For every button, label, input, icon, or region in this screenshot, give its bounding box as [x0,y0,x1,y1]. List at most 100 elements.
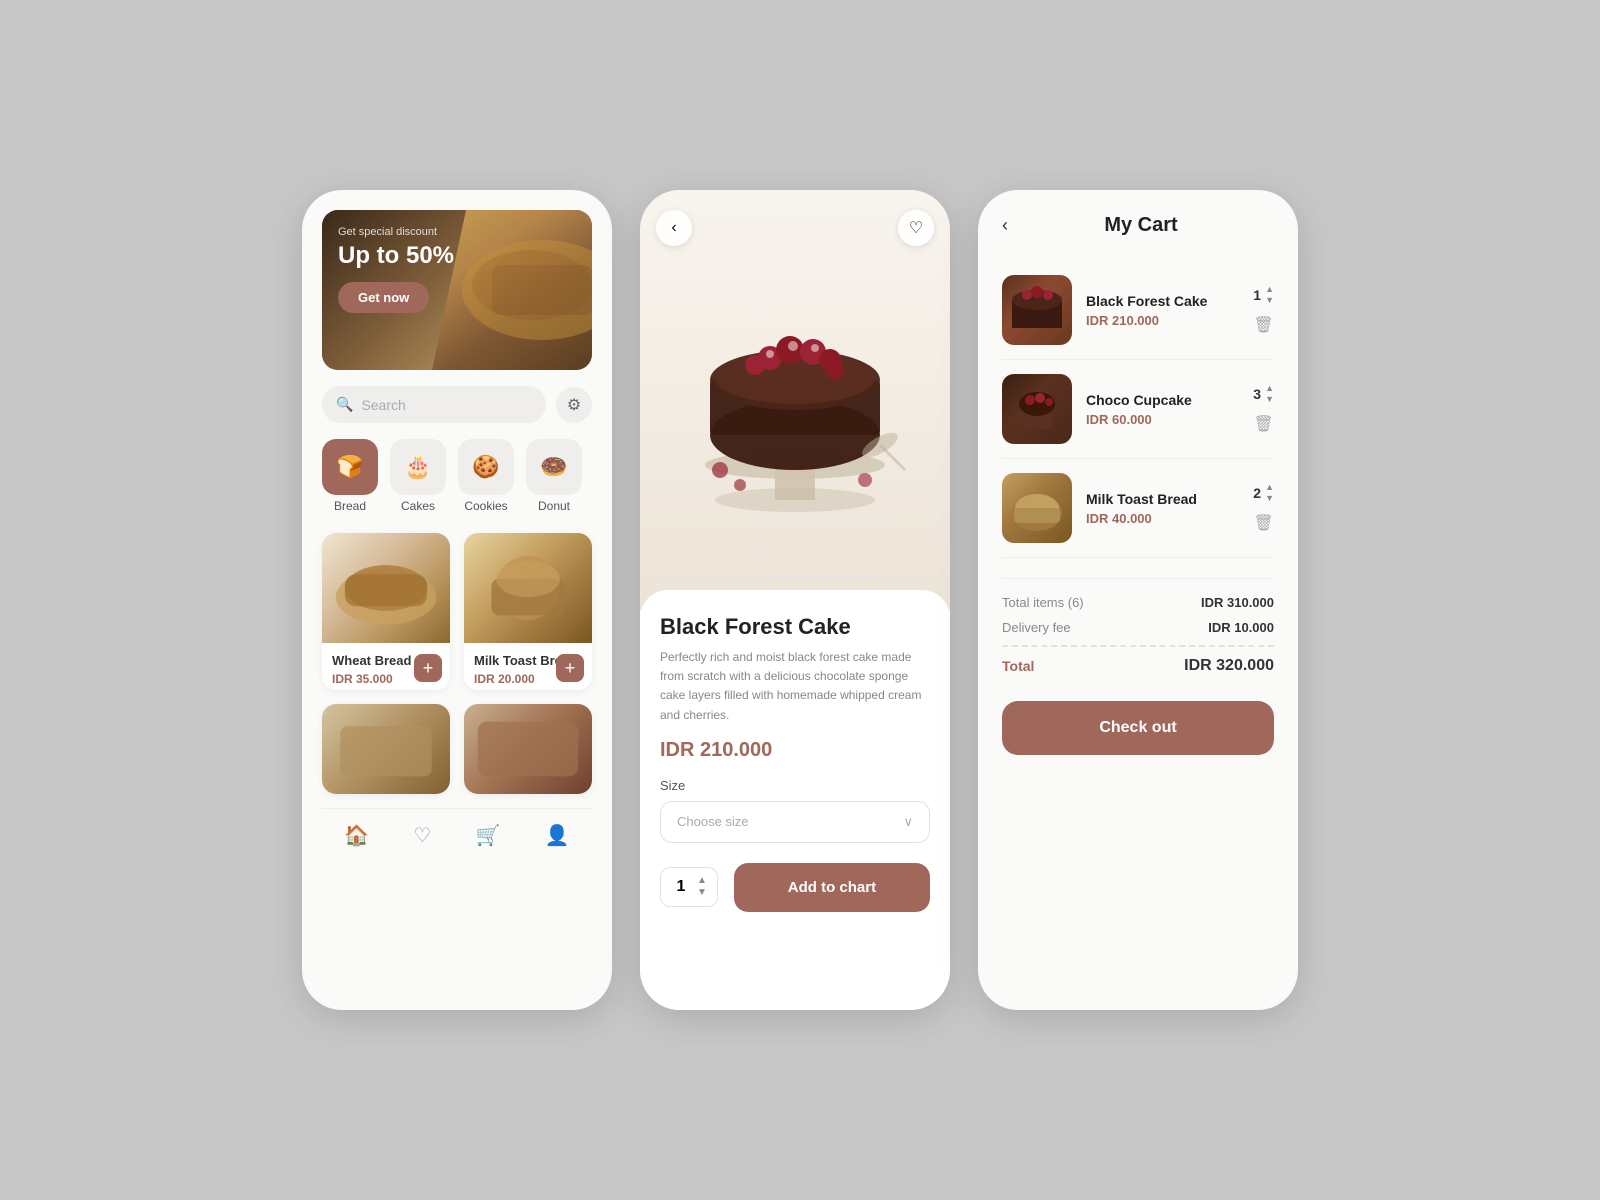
cart-item-2: Milk Toast Bread IDR 40.000 2 ▲ ▼ 🗑 [1002,459,1274,558]
summary-divider [1002,645,1274,647]
cart-header: ‹ My Cart [1002,214,1274,237]
cart-item-price-1: IDR 60.000 [1086,412,1239,427]
search-icon: 🔍 [336,396,353,413]
cart-screen: ‹ My Cart [978,190,1298,1010]
profile-nav-icon[interactable]: 👤 [545,823,570,848]
cart-delete-2[interactable]: 🗑 [1253,513,1273,533]
product-card-wheat[interactable]: Wheat Bread IDR 35.000 + [322,533,450,690]
cart-qty-up-2[interactable]: ▲ [1265,483,1274,492]
back-button[interactable]: ‹ [656,210,692,246]
cart-item-img-2 [1002,473,1072,543]
product3-image [322,704,450,794]
cart-item-img-0 [1002,275,1072,345]
product4-image [464,704,592,794]
cart-item-name-1: Choco Cupcake [1086,392,1239,408]
cart-qty-arrows-2: ▲ ▼ [1265,483,1274,503]
milk-toast-image [464,533,592,643]
cart-qty-up-0[interactable]: ▲ [1265,285,1274,294]
cart-delete-0[interactable]: 🗑 [1253,315,1273,335]
product-card-3[interactable] [322,704,450,794]
search-input[interactable]: 🔍 Search [322,386,546,423]
favorites-nav-icon[interactable]: ♡ [413,823,431,848]
cart-delete-1[interactable]: 🗑 [1253,414,1273,434]
search-placeholder: Search [361,397,405,413]
cart-item-0: Black Forest Cake IDR 210.000 1 ▲ ▼ 🗑 [1002,261,1274,360]
wheat-bread-image [322,533,450,643]
category-bread[interactable]: 🍞 Bread [322,439,378,513]
cart-item-price-0: IDR 210.000 [1086,313,1239,328]
cart-qty-up-1[interactable]: ▲ [1265,384,1274,393]
total-row: Total IDR 320.000 [1002,657,1274,675]
cart-qty-display-2: 2 ▲ ▼ [1253,483,1274,503]
detail-description: Perfectly rich and moist black forest ca… [660,648,930,725]
bread-thumbnail [1002,473,1072,543]
cakes-icon-box: 🎂 [390,439,446,495]
total-items-row: Total items (6) IDR 310.000 [1002,595,1274,610]
cart-title: My Cart [1008,214,1274,237]
cart-qty-arrows-0: ▲ ▼ [1265,285,1274,305]
quantity-arrows: ▲ ▼ [697,876,707,898]
cart-summary: Total items (6) IDR 310.000 Delivery fee… [1002,578,1274,755]
product-card-milk[interactable]: Milk Toast Bread IDR 20.000 + [464,533,592,690]
donut-icon-box: 🍩 [526,439,582,495]
cart-qty-display-1: 3 ▲ ▼ [1253,384,1274,404]
cart-item-qty-0: 1 ▲ ▼ 🗑 [1253,285,1274,335]
cart-item-1: Choco Cupcake IDR 60.000 3 ▲ ▼ 🗑 [1002,360,1274,459]
detail-hero: ‹ ♡ [640,190,950,610]
cart-item-info-1: Choco Cupcake IDR 60.000 [1086,392,1239,427]
qty-add-row: 1 ▲ ▼ Add to chart [660,863,930,912]
qty-down-arrow[interactable]: ▼ [697,888,707,898]
cart-qty-down-0[interactable]: ▼ [1265,296,1274,305]
add-to-cart-button[interactable]: Add to chart [734,863,930,912]
size-placeholder: Choose size [677,814,749,829]
category-cakes[interactable]: 🎂 Cakes [390,439,446,513]
cart-qty-display-0: 1 ▲ ▼ [1253,285,1274,305]
cart-item-name-2: Milk Toast Bread [1086,491,1239,507]
cookies-icon-box: 🍪 [458,439,514,495]
category-cookies[interactable]: 🍪 Cookies [458,439,514,513]
add-wheat-bread-button[interactable]: + [414,654,442,682]
cart-nav-icon[interactable]: 🛒 [476,823,501,848]
chevron-down-icon: ∨ [903,814,913,830]
cart-item-name-0: Black Forest Cake [1086,293,1239,309]
donut-label: Donut [538,499,570,513]
checkout-button[interactable]: Check out [1002,701,1274,755]
product-detail-container: ‹ ♡ [640,190,950,1010]
get-now-button[interactable]: Get now [338,282,429,313]
product-card-4[interactable] [464,704,592,794]
quantity-value: 1 [671,878,691,896]
search-row: 🔍 Search ⚙ [322,386,592,423]
cart-qty-down-1[interactable]: ▼ [1265,395,1274,404]
products-grid: Wheat Bread IDR 35.000 + Milk Toast Brea… [322,533,592,794]
cart-item-qty-1: 3 ▲ ▼ 🗑 [1253,384,1274,434]
add-milk-toast-button[interactable]: + [556,654,584,682]
cupcake-thumbnail [1002,374,1072,444]
cart-item-img-1 [1002,374,1072,444]
total-label: Total [1002,658,1034,674]
size-select[interactable]: Choose size ∨ [660,801,930,843]
cookies-label: Cookies [464,499,507,513]
detail-sheet: Black Forest Cake Perfectly rich and moi… [640,590,950,1010]
total-items-label: Total items (6) [1002,595,1084,610]
cakes-label: Cakes [401,499,435,513]
detail-price: IDR 210.000 [660,739,930,762]
delivery-value: IDR 10.000 [1208,620,1274,635]
qty-up-arrow[interactable]: ▲ [697,876,707,886]
detail-product-name: Black Forest Cake [660,614,930,640]
delivery-row: Delivery fee IDR 10.000 [1002,620,1274,635]
cart-qty-arrows-1: ▲ ▼ [1265,384,1274,404]
cart-item-qty-2: 2 ▲ ▼ 🗑 [1253,483,1274,533]
cart-item-info-0: Black Forest Cake IDR 210.000 [1086,293,1239,328]
cart-qty-down-2[interactable]: ▼ [1265,494,1274,503]
size-label: Size [660,778,930,793]
home-screen: Get special discount Up to 50% Get now 🔍… [302,190,612,1010]
cart-item-price-2: IDR 40.000 [1086,511,1239,526]
favorite-button[interactable]: ♡ [898,210,934,246]
cart-items-list: Black Forest Cake IDR 210.000 1 ▲ ▼ 🗑 [1002,261,1274,558]
filter-icon[interactable]: ⚙ [556,387,592,423]
cart-qty-num-1: 3 [1253,386,1261,402]
cake-thumbnail [1002,275,1072,345]
banner-title: Up to 50% [338,242,454,270]
category-donut[interactable]: 🍩 Donut [526,439,582,513]
home-nav-icon[interactable]: 🏠 [344,823,369,848]
